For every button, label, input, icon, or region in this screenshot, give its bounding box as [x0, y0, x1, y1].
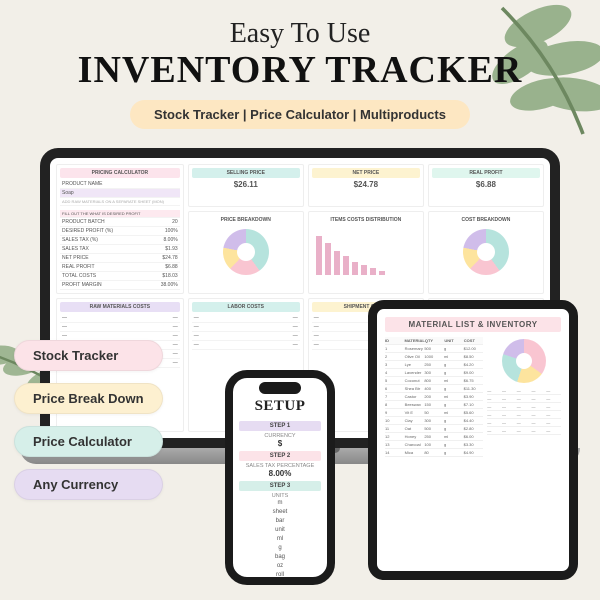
page-title: INVENTORY TRACKER: [0, 48, 600, 92]
step1-header: STEP 1: [239, 421, 321, 431]
material-table: IDMATERIALQTYUNITCOST1Rosemary500g$12.00…: [385, 337, 483, 457]
real-profit-panel: REAL PROFIT $6.88: [428, 164, 544, 207]
subtitle-bar: Stock Tracker | Price Calculator | Multi…: [130, 100, 470, 129]
phone-mockup: SETUP STEP 1 CURRENCY $ STEP 2 SALES TAX…: [225, 370, 335, 585]
pill-stock-tracker: Stock Tracker: [14, 340, 163, 371]
tablet-mockup: MATERIAL LIST & INVENTORY IDMATERIALQTYU…: [368, 300, 578, 580]
pill-price-calculator: Price Calculator: [14, 426, 163, 457]
note-text: ADD RAW MATERIALS ON A SEPARATE SHEET (M…: [62, 199, 164, 204]
product-name-label: PRODUCT NAME: [62, 181, 102, 187]
net-price-value: $24.78: [312, 180, 420, 189]
pill-any-currency: Any Currency: [14, 469, 163, 500]
pricing-calc-title: PRICING CALCULATOR: [60, 168, 180, 178]
units-list: msheetbarunitmlgbagozrollcup: [239, 499, 321, 585]
pricing-calculator-panel: PRICING CALCULATOR PRODUCT NAME Soap ADD…: [56, 164, 184, 294]
price-breakdown-chart: PRICE BREAKDOWN: [188, 211, 304, 295]
pill-price-breakdown: Price Break Down: [14, 383, 163, 414]
cost-breakdown-chart: COST BREAKDOWN: [428, 211, 544, 295]
items-cost-dist-chart: ITEMS COSTS DISTRIBUTION: [308, 211, 424, 295]
selling-price-value: $26.11: [192, 180, 300, 189]
feature-pills: Stock Tracker Price Break Down Price Cal…: [14, 340, 163, 500]
phone-notch: [259, 382, 301, 394]
tablet-side-rows: ————— ————— ————— ————— ————— —————: [487, 387, 561, 435]
donut-chart-icon: [502, 339, 546, 383]
tablet-side-panel: ————— ————— ————— ————— ————— —————: [487, 337, 561, 457]
currency-value: $: [239, 439, 321, 448]
fill-note: FILL OUT THE WHAT IS DESIRED PROFIT: [62, 211, 140, 216]
net-price-panel: NET PRICE $24.78: [308, 164, 424, 207]
header-script: Easy To Use: [0, 18, 600, 50]
tax-value: 8.00%: [239, 469, 321, 478]
donut-chart-icon: [223, 229, 269, 275]
real-profit-value: $6.88: [432, 180, 540, 189]
product-name-value: Soap: [62, 190, 74, 196]
bar-chart-icon: [316, 229, 416, 275]
step3-header: STEP 3: [239, 481, 321, 491]
donut-chart-icon: [463, 229, 509, 275]
tablet-title: MATERIAL LIST & INVENTORY: [385, 317, 561, 332]
selling-price-panel: SELLING PRICE $26.11: [188, 164, 304, 207]
step2-header: STEP 2: [239, 451, 321, 461]
setup-title: SETUP: [239, 398, 321, 415]
